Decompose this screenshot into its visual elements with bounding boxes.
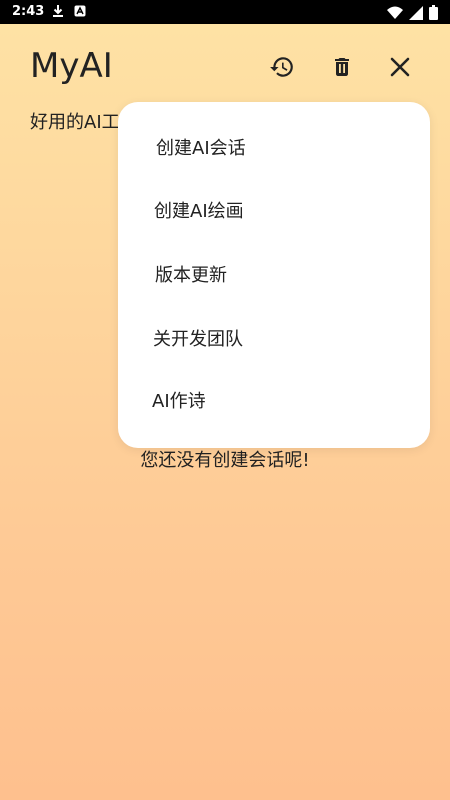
delete-icon: [330, 54, 354, 84]
app-title: MyAI: [30, 46, 113, 86]
battery-icon: [429, 5, 438, 24]
menu-item-version-update[interactable]: 版本更新: [155, 261, 227, 287]
status-time: 2:43: [12, 4, 45, 19]
menu-item-create-chat[interactable]: 创建AI会话: [156, 134, 246, 160]
menu-item-create-painting[interactable]: 创建AI绘画: [154, 197, 244, 223]
delete-button[interactable]: [327, 54, 357, 84]
history-button[interactable]: [267, 54, 297, 84]
menu-item-ai-poem[interactable]: AI作诗: [152, 387, 206, 413]
history-icon: [269, 54, 295, 84]
app-notification-icon: [74, 5, 86, 21]
close-button[interactable]: [385, 54, 415, 84]
status-icons-right: [387, 5, 438, 24]
wifi-icon: [387, 6, 403, 24]
dropdown-menu: 创建AI会话 创建AI绘画 版本更新 关开发团队 AI作诗: [118, 102, 430, 448]
empty-session-message: 您还没有创建会话呢!: [140, 450, 310, 471]
app-subtitle: 好用的AI工: [30, 112, 120, 133]
download-icon: [52, 4, 64, 22]
signal-icon: [409, 5, 423, 24]
close-icon: [389, 56, 411, 82]
status-bar: 2:43: [0, 0, 450, 24]
menu-item-dev-team[interactable]: 关开发团队: [153, 325, 243, 351]
status-icons-left: [52, 4, 86, 22]
